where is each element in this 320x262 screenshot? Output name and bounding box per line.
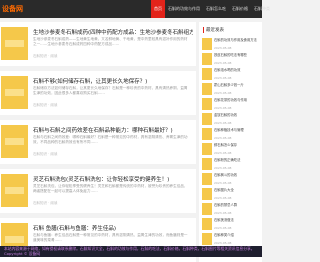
sidebar-item-date: 2023-05-08 [214,121,232,125]
article-meta: 石斛知识 · 阅读 [33,103,58,107]
sidebar-item[interactable]: 铁皮石斛的吃法有哪些 2023-05-08 [202,52,260,66]
sidebar-item[interactable]: 石斛花茶的功效与作用 2023-05-08 [202,97,260,111]
sidebar-item[interactable]: 石斛粉的正确吃法 2023-05-08 [202,157,260,171]
sidebar-item-title[interactable]: 石斛种类介绍 [214,233,259,241]
sidebar-item[interactable]: 石斛的禁忌人群 2023-05-08 [202,202,260,216]
site-logo[interactable]: 设备网 [2,4,23,14]
article-title[interactable]: 石斛不够(如何储存石斛，让其更长久地保存？) [33,77,193,85]
sidebar-thumbnail[interactable] [202,233,212,245]
sidebar-item-title[interactable]: 金钗石斛的功效 [214,113,259,121]
article-thumbnail[interactable] [1,76,28,109]
nav-item-types[interactable]: 石斛种类 [251,0,273,18]
article-summary: 石斛与石斛之间药效差：哪种石斛最好？石斛是一种常见的中药材，具有滋阴清热、养胃生… [33,135,188,144]
sidebar-item[interactable]: 石斛种植技术与管理 2023-05-08 [202,127,260,141]
sidebar-item[interactable]: 石斛煲汤做法 2023-05-08 [202,217,260,231]
sidebar-thumbnail[interactable] [202,203,212,215]
sidebar-item-date: 2023-05-08 [214,166,232,170]
sidebar-item-date: 2023-05-08 [214,211,232,215]
nav-item-howto[interactable]: 石斛怎么吃 [203,0,229,18]
sidebar-thumbnail[interactable] [202,158,212,170]
article-card[interactable]: 石斛与石斛之间药效差在石斛品种能力：哪种石斛最好？) 石斛与石斛之间药效差：哪种… [0,120,196,164]
sidebar-item-date: 2023-05-08 [214,181,232,185]
main-nav: 首页 石斛的功效与作用 石斛怎么吃 石斛价格 石斛种类 [151,0,273,18]
article-card[interactable]: 生地沙参麦冬石斛成药(四种中药配方成品：生地沙参麦冬石斛组方) 生地沙参麦冬石斛… [0,22,196,66]
sidebar-thumbnail[interactable] [202,218,212,230]
sidebar-item-date: 2023-05-08 [214,241,232,245]
sidebar-item-title[interactable]: 石斛煲汤做法 [214,218,259,226]
article-thumbnail[interactable] [1,125,28,158]
sidebar: 最近发表 石斛的功效与作用及食用方法 2023-05-08 铁皮石斛的吃法有哪些 2… [199,22,262,262]
sidebar-item-title[interactable]: 石斛图片大全 [214,188,259,196]
top-bar: 设备网 首页 石斛的功效与作用 石斛怎么吃 石斛价格 石斛种类 [0,0,270,18]
sidebar-item-title[interactable]: 石斛泡水喝的功效 [214,68,259,76]
sidebar-item[interactable]: 鲜石斛怎么保存 2023-05-08 [202,142,260,156]
nav-home[interactable]: 首页 [151,0,165,18]
article-meta: 石斛知识 · 阅读 [33,54,58,58]
article-title[interactable]: 灵芝石斛洗包(灵芝石斛洗包：让你轻松享受的健养生！) [33,175,193,183]
sidebar-thumbnail[interactable] [202,38,212,50]
sidebar-item-title[interactable]: 鲜石斛怎么保存 [214,143,259,151]
article-title[interactable]: 石斛 鱼膳(石斛与鱼膳：养生佳品) [33,224,193,232]
nav-item-efficacy[interactable]: 石斛的功效与作用 [165,0,203,18]
sidebar-item-date: 2023-05-08 [214,226,232,230]
sidebar-thumbnail[interactable] [202,53,212,65]
sidebar-item-date: 2023-05-08 [214,106,232,110]
sidebar-thumbnail[interactable] [202,143,212,155]
sidebar-thumbnail[interactable] [202,98,212,110]
nav-item-price[interactable]: 石斛价格 [229,0,251,18]
article-meta: 石斛知识 · 阅读 [33,152,58,156]
article-thumbnail[interactable] [1,174,28,207]
article-summary: 生地沙参麦冬石斛成药——生地黄生地黄，又名鲜地黄、干地黄，是中药里较具有滋补作用… [33,37,188,46]
sidebar-item-date: 2023-05-08 [214,76,232,80]
article-thumbnail[interactable] [1,27,28,60]
article-title[interactable]: 生地沙参麦冬石斛成药(四种中药配方成品：生地沙参麦冬石斛组方) [33,28,193,36]
article-summary: 石斛与鱼膳：养生佳品石斛是一种常见的中药材，具有滋阴清热、益胃生津的功效，而鱼膳… [33,233,188,242]
sidebar-item-title[interactable]: 石斛的功效与作用及食用方法 [214,38,259,46]
sidebar-item-title[interactable]: 石斛花茶的功效与作用 [214,98,259,106]
sidebar-item-date: 2023-05-08 [214,151,232,155]
article-meta: 石斛知识 · 阅读 [33,201,58,205]
sidebar-thumbnail[interactable] [202,188,212,200]
sidebar-thumbnail[interactable] [202,68,212,80]
article-summary: 灵芝石斛洗包，让你轻松享受的健养生！灵芝和石斛都是传统的中药材，被誉为珍贵的养生… [33,184,188,193]
sidebar-item-title[interactable]: 石斛的禁忌人群 [214,203,259,211]
sidebar-thumbnail[interactable] [202,128,212,140]
sidebar-item-title[interactable]: 石斛粉的正确吃法 [214,158,259,166]
article-summary: 石斛储存方法如何储存石斛，让其更长久地保存？石斛是一种珍贵的中药材，具有清热养阴… [33,86,188,95]
sidebar-item[interactable]: 石斛泡水喝的功效 2023-05-08 [202,67,260,81]
sidebar-item[interactable]: 石斛图片大全 2023-05-08 [202,187,260,201]
sidebar-item[interactable]: 石斛的功效与作用及食用方法 2023-05-08 [202,37,260,51]
sidebar-item[interactable]: 霍山石斛多少钱一斤 2023-05-08 [202,82,260,96]
article-card[interactable]: 石斛不够(如何储存石斛，让其更长久地保存？) 石斛储存方法如何储存石斛，让其更长… [0,71,196,115]
sidebar-item[interactable]: 石斛枫斗的功效 2023-05-08 [202,172,260,186]
sidebar-item-title[interactable]: 石斛枫斗的功效 [214,173,259,181]
sidebar-item[interactable]: 石斛种类介绍 2023-05-08 [202,232,260,246]
article-card[interactable]: 灵芝石斛洗包(灵芝石斛洗包：让你轻松享受的健养生！) 灵芝石斛洗包，让你轻松享受… [0,169,196,213]
sidebar-item[interactable]: 金钗石斛的功效 2023-05-08 [202,112,260,126]
sidebar-item-date: 2023-05-08 [214,91,232,95]
sidebar-item-title[interactable]: 铁皮石斛的吃法有哪些 [214,53,259,61]
sidebar-item-date: 2023-05-08 [214,61,232,65]
sidebar-item-title[interactable]: 霍山石斛多少钱一斤 [214,83,259,91]
sidebar-item-date: 2023-05-08 [214,46,232,50]
footer-notice: 本站内容来源于网络，如有侵权请联系删除。石斛知识大全，石斛的功效与作用，石斛的吃… [0,246,262,257]
sidebar-title: 最近发表 [203,27,224,33]
sidebar-thumbnail[interactable] [202,83,212,95]
sidebar-item-title[interactable]: 石斛种植技术与管理 [214,128,259,136]
sidebar-item-date: 2023-05-08 [214,196,232,200]
sidebar-thumbnail[interactable] [202,113,212,125]
article-title[interactable]: 石斛与石斛之间药效差在石斛品种能力：哪种石斛最好？) [33,126,193,134]
sidebar-thumbnail[interactable] [202,173,212,185]
sidebar-item-date: 2023-05-08 [214,136,232,140]
